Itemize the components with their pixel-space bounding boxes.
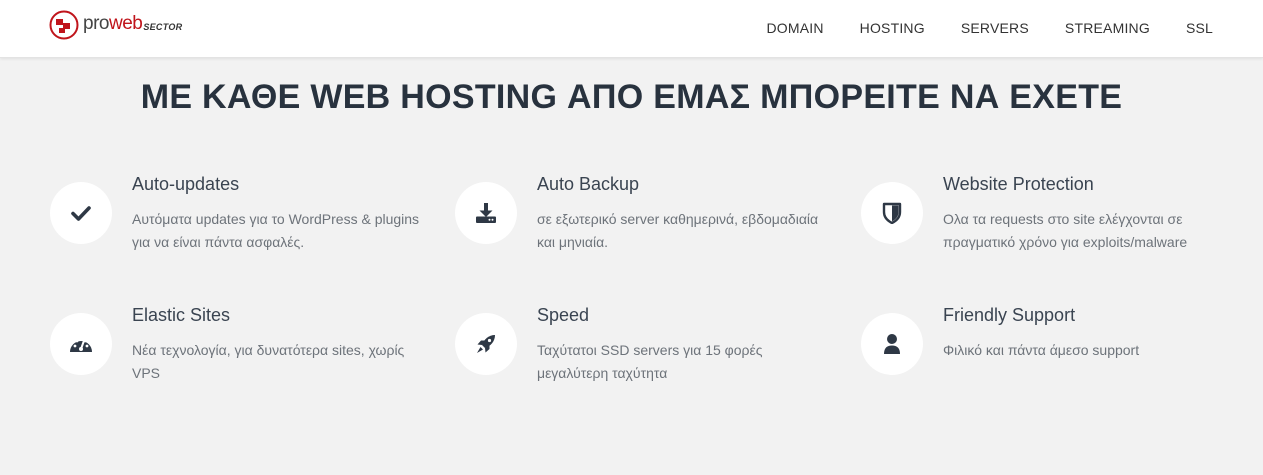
feature-title: Elastic Sites (132, 305, 231, 325)
feature-description: Φιλικό και πάντα άμεσο support (943, 342, 1140, 358)
feature-title: Speed (537, 305, 590, 325)
download-icon (476, 203, 496, 223)
feature-icon-circle (861, 182, 923, 244)
speedometer-icon (70, 337, 92, 352)
feature-website-protection: Website Protection Ολα τα requests στο s… (861, 174, 1241, 272)
feature-title: Auto-updates (132, 174, 240, 194)
logo-sector: SECTOR (143, 22, 183, 32)
feature-auto-backup: Auto Backup σε εξωτερικό server καθημερι… (455, 174, 835, 272)
feature-elastic-sites: Elastic Sites Νέα τεχνολογία, για δυνατό… (50, 305, 430, 403)
user-icon (884, 334, 900, 354)
feature-speed: Speed Ταχύτατοι SSD servers για 15 φορές… (455, 305, 835, 403)
feature-description: Ταχύτατοι SSD servers για 15 φορές μεγαλ… (537, 342, 763, 381)
logo-text: prowebSECTOR (83, 9, 182, 41)
feature-description: Αυτόματα updates για το WordPress & plug… (132, 211, 420, 250)
feature-auto-updates: Auto-updates Αυτόματα updates για το Wor… (50, 174, 430, 272)
logo-web: web (108, 13, 143, 34)
page-headline: ΜΕ ΚΑΘΕ WEB HOSTING ΑΠΟ ΕΜΑΣ ΜΠΟΡΕΙΤΕ ΝΑ… (140, 78, 1123, 116)
feature-description: Νέα τεχνολογία, για δυνατότερα sites, χω… (132, 342, 405, 381)
feature-friendly-support: Friendly Support Φιλικό και πάντα άμεσο … (861, 305, 1241, 403)
nav-hosting[interactable]: HOSTING (860, 20, 925, 36)
feature-title: Website Protection (943, 174, 1094, 194)
shield-icon (882, 202, 902, 224)
feature-description: σε εξωτερικό server καθημερινά, εβδομαδι… (537, 211, 819, 250)
feature-title: Auto Backup (537, 174, 640, 194)
feature-icon-circle (50, 313, 112, 375)
rocket-icon (477, 335, 495, 353)
proweb-logo[interactable]: prowebSECTOR (49, 10, 182, 40)
feature-icon-circle (455, 182, 517, 244)
logo-mark-icon (49, 10, 79, 40)
feature-title: Friendly Support (943, 305, 1076, 325)
nav-domain[interactable]: DOMAIN (766, 20, 823, 36)
main-nav: DOMAIN HOSTING SERVERS STREAMING SSL (730, 0, 1213, 56)
feature-icon-circle (455, 313, 517, 375)
feature-description: Ολα τα requests στο site ελέγχονται σε π… (943, 211, 1188, 250)
top-navbar: prowebSECTOR DOMAIN HOSTING SERVERS STRE… (0, 0, 1263, 58)
nav-servers[interactable]: SERVERS (961, 20, 1029, 36)
nav-ssl[interactable]: SSL (1186, 20, 1213, 36)
logo-pro: pro (83, 13, 109, 34)
feature-icon-circle (50, 182, 112, 244)
feature-icon-circle (861, 313, 923, 375)
check-icon (71, 206, 91, 221)
nav-streaming[interactable]: STREAMING (1065, 20, 1150, 36)
